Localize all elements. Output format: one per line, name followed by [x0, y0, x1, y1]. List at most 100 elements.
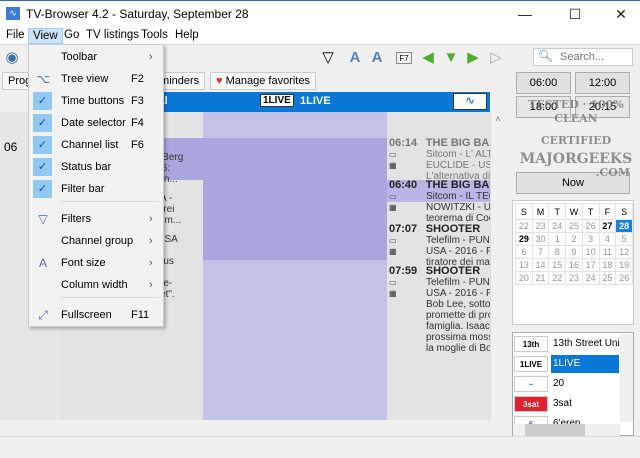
program-description: prossima mossa.	[426, 332, 490, 343]
calendar-day[interactable]: 11	[598, 245, 617, 259]
calendar-day[interactable]: 26	[581, 219, 600, 233]
calendar-day[interactable]: 13	[515, 258, 533, 272]
scroll-up-icon[interactable]: ˄	[492, 114, 504, 124]
program-entry[interactable]: 06:40 THE BIG BANG ▭ Sitcom - IL TEOREMA ▦ N…	[389, 180, 490, 225]
calendar-day[interactable]: 22	[548, 271, 567, 285]
menu-tools[interactable]: Tools	[137, 28, 172, 44]
update-icon[interactable]: ◉	[2, 49, 22, 67]
view-menu-item-channel-group[interactable]: Channel group ›	[29, 231, 163, 251]
calendar-day[interactable]: 16	[565, 258, 583, 272]
calendar-day[interactable]: 4	[598, 232, 617, 246]
time-button-1200[interactable]: 12:00	[575, 72, 630, 94]
menu-help[interactable]: Help	[171, 28, 203, 44]
weekday-header: T	[548, 203, 567, 220]
program-entry[interactable]: 07:59 SHOOTER ▭ Telefilm - PUNTO ▦ USA - 201…	[389, 266, 490, 355]
menu-tv-listings[interactable]: TV listings	[82, 28, 143, 44]
view-menu-item-time-buttons[interactable]: ✓ Time buttons F3	[29, 91, 163, 111]
calendar-day[interactable]: 17	[581, 258, 600, 272]
view-menu-item-column-width[interactable]: Column width ›	[29, 275, 163, 295]
calendar-day[interactable]: 9	[565, 245, 583, 259]
view-menu-item-date-selector[interactable]: ✓ Date selector F4	[29, 113, 163, 133]
view-menu-item-font-size[interactable]: A Font size ›	[29, 253, 163, 273]
filter-icon[interactable]: ▽	[318, 49, 338, 67]
calendar-day[interactable]: 23	[565, 271, 583, 285]
time-button-1800[interactable]: 18:00	[516, 96, 571, 118]
view-menu-item-filters[interactable]: ▽ Filters ›	[29, 209, 163, 229]
tab-manage-favorites[interactable]: ♥ Manage favorites	[210, 72, 316, 90]
arrow-down-icon[interactable]: ▼	[441, 49, 461, 67]
tab-label: Manage favorites	[225, 75, 310, 87]
channel-list-hscrollbar[interactable]	[513, 424, 620, 436]
maximize-button[interactable]: ☐	[560, 4, 590, 24]
program-title: SHOOTER	[425, 223, 481, 235]
calendar-day[interactable]: 5	[615, 232, 633, 246]
menu-file[interactable]: File	[2, 28, 29, 44]
play-icon[interactable]: ▷	[486, 49, 506, 67]
calendar-day[interactable]: 27	[598, 219, 617, 233]
channel-list-item[interactable]: 1LIVE 1LIVE	[513, 355, 619, 373]
calendar-day[interactable]: 1	[548, 232, 567, 246]
check-icon: ✓	[33, 180, 52, 198]
view-menu-item-toolbar[interactable]: Toolbar ›	[29, 47, 163, 67]
view-menu: Toolbar › ⌥ Tree view F2 ✓ Time buttons F3 ✓ Date…	[28, 44, 164, 327]
program-description: USA - 2016 - Pun	[426, 288, 490, 299]
calendar-day[interactable]: 24	[581, 271, 600, 285]
calendar-day[interactable]: 18	[598, 258, 617, 272]
calendar-day[interactable]: 28	[615, 219, 633, 233]
calendar-day[interactable]: 29	[515, 232, 533, 246]
calendar-day[interactable]: 10	[581, 245, 600, 259]
time-button-0600[interactable]: 06:00	[516, 72, 571, 94]
weekday-header: S	[615, 203, 633, 220]
program-description: Bob Lee, sotto cu	[426, 299, 490, 310]
program-entry[interactable]: 07:07 SHOOTER ▭ Telefilm - PUNTO ▦ USA - 201…	[389, 223, 490, 269]
channel-logo: ~	[514, 376, 548, 392]
view-menu-item-tree-view[interactable]: ⌥ Tree view F2	[29, 69, 163, 89]
calendar-day[interactable]: 2	[565, 232, 583, 246]
app-icon: ∿	[6, 7, 20, 20]
calendar-day[interactable]: 3	[581, 232, 600, 246]
menu-item-label: Channel list	[61, 139, 119, 151]
calendar-day[interactable]: 22	[515, 219, 533, 233]
screen-icon: ▭	[389, 192, 397, 201]
arrow-right-icon[interactable]: ▶	[463, 49, 483, 67]
calendar-day[interactable]: 20	[515, 271, 533, 285]
channel-list-item[interactable]: 13th STREET 13th Street Univ	[513, 335, 619, 365]
calendar-day[interactable]: 15	[548, 258, 567, 272]
channel-name: 3sat	[553, 398, 572, 409]
calendar-day[interactable]: 25	[598, 271, 617, 285]
view-menu-item-status-bar[interactable]: ✓ Status bar	[29, 157, 163, 177]
calendar-day[interactable]: 6	[515, 245, 533, 259]
calendar-day[interactable]: 23	[531, 219, 550, 233]
channel-list-item[interactable]: ~20	[513, 375, 619, 393]
calendar-day[interactable]: 21	[531, 271, 550, 285]
vertical-scrollbar[interactable]: ˄	[490, 112, 505, 420]
view-menu-item-fullscreen[interactable]: ⤢ Fullscreen F11	[29, 305, 163, 325]
channel-list-item[interactable]: 3sat 3sat	[513, 395, 619, 413]
calendar-day[interactable]: 19	[615, 258, 633, 272]
arrow-left-icon[interactable]: ◀	[418, 49, 438, 67]
calendar-day[interactable]: 25	[565, 219, 583, 233]
channel-logo: 1LIVE	[514, 356, 548, 372]
font-smaller-icon[interactable]: A	[345, 49, 365, 67]
view-menu-item-channel-list[interactable]: ✓ Channel list F6	[29, 135, 163, 155]
f7-button[interactable]: F7	[396, 52, 412, 64]
menu-view[interactable]: View	[28, 28, 63, 44]
channel-list-scrollbar[interactable]	[620, 334, 633, 422]
calendar-day[interactable]: 12	[615, 245, 633, 259]
heart-icon: ♥	[216, 75, 226, 87]
minimize-button[interactable]: —	[510, 4, 540, 24]
view-menu-item-filter-bar[interactable]: ✓ Filter bar	[29, 179, 163, 199]
menu-go[interactable]: Go	[60, 28, 83, 44]
calendar-day[interactable]: 26	[615, 271, 633, 285]
calendar-day[interactable]: 8	[548, 245, 567, 259]
menu-item-shortcut: F6	[131, 139, 144, 151]
font-larger-icon[interactable]: A	[367, 49, 387, 67]
time-button-2015[interactable]: 20:15	[575, 96, 630, 118]
calendar-day[interactable]: 30	[531, 232, 550, 246]
calendar-day[interactable]: 14	[531, 258, 550, 272]
close-button[interactable]: ✕	[606, 4, 636, 24]
now-button[interactable]: Now	[516, 172, 630, 194]
calendar-day[interactable]: 24	[548, 219, 567, 233]
calendar-day[interactable]: 7	[531, 245, 550, 259]
program-entry[interactable]: 06:14 THE BIG BANG ▭ Sitcom - L' ALTERNATI…	[389, 138, 490, 183]
